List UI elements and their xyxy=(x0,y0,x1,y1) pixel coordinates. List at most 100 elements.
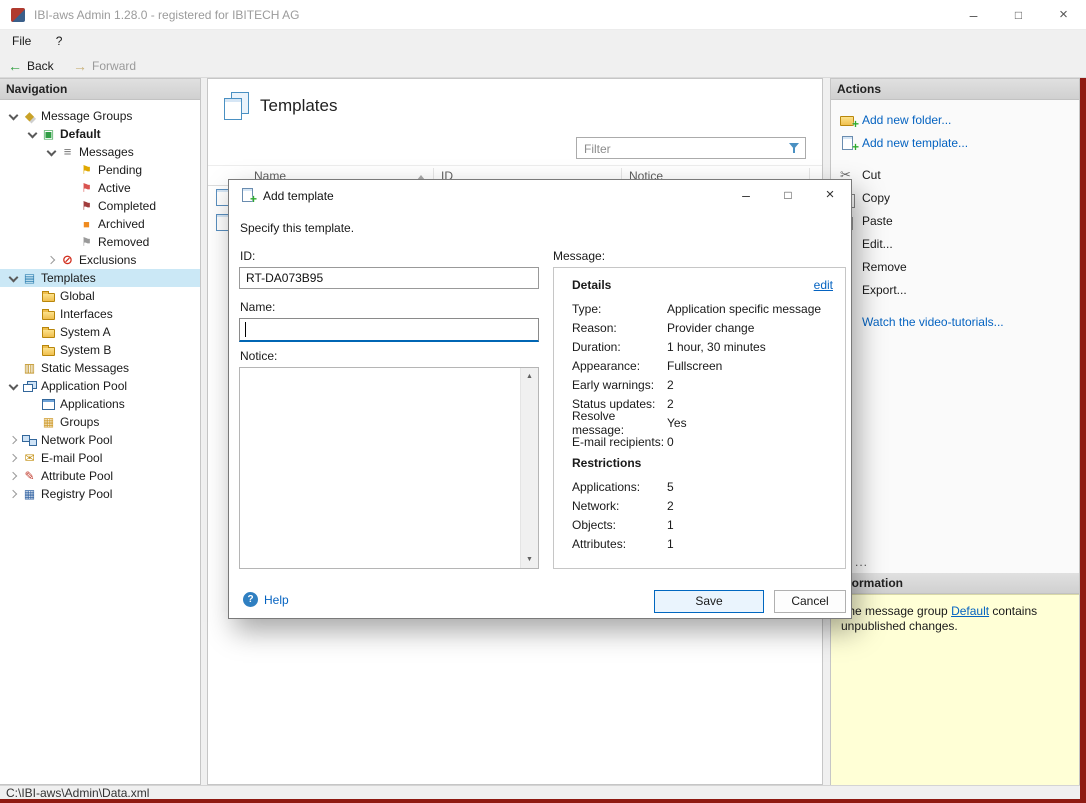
action-export[interactable]: Export... xyxy=(831,278,1079,301)
detail-label: Applications: xyxy=(572,479,641,494)
tree-item-label: Templates xyxy=(41,271,96,285)
detail-label: Network: xyxy=(572,498,620,513)
action-paste[interactable]: Paste xyxy=(831,209,1079,232)
forward-button[interactable]: → Forward xyxy=(65,54,144,77)
action-copy[interactable]: Copy xyxy=(831,186,1079,209)
filter-input[interactable] xyxy=(582,140,781,158)
menu-help[interactable]: ? xyxy=(47,30,72,52)
maximize-button[interactable] xyxy=(996,0,1041,30)
active-icon xyxy=(78,180,95,196)
dialog-close-button[interactable] xyxy=(809,180,851,210)
chevron-expanded-icon[interactable] xyxy=(6,109,21,124)
action-cut[interactable]: Cut xyxy=(831,163,1079,186)
tree-item-messages[interactable]: Messages xyxy=(0,143,200,161)
tree-item-groups[interactable]: Groups xyxy=(0,413,200,431)
tree-item-applications[interactable]: Applications xyxy=(0,395,200,413)
tree-item-network-pool[interactable]: Network Pool xyxy=(0,431,200,449)
detail-row: Attributes: 1 xyxy=(554,534,845,553)
tree-item-attribute-pool[interactable]: Attribute Pool xyxy=(0,467,200,485)
panel-overflow-dots[interactable]: ... xyxy=(855,555,868,569)
detail-label: E-mail recipients: xyxy=(572,434,665,449)
scrollbar[interactable] xyxy=(520,368,538,568)
action-edit[interactable]: Edit... xyxy=(831,232,1079,255)
add-folder-icon xyxy=(839,112,859,131)
chevron-expanded-icon[interactable] xyxy=(6,379,21,394)
tree-item-e-mail-pool[interactable]: E-mail Pool xyxy=(0,449,200,467)
tree-item-label: Global xyxy=(60,289,95,303)
tree-item-exclusions[interactable]: Exclusions xyxy=(0,251,200,269)
tree-item-static-messages[interactable]: Static Messages xyxy=(0,359,200,377)
groups-icon xyxy=(40,414,57,430)
menu-file[interactable]: File xyxy=(3,30,40,52)
tree-item-pending[interactable]: Pending xyxy=(0,161,200,179)
edit-link[interactable]: edit xyxy=(814,278,833,292)
chevron-collapsed-icon[interactable] xyxy=(6,487,21,502)
minimize-button[interactable] xyxy=(951,0,996,30)
registry-pool-icon xyxy=(21,486,38,502)
attribute-pool-icon xyxy=(21,468,38,484)
menu-bar: File ? xyxy=(0,30,1086,54)
tree-item-templates[interactable]: Templates xyxy=(0,269,200,287)
detail-value: Yes xyxy=(667,415,687,430)
chevron-collapsed-icon[interactable] xyxy=(6,433,21,448)
action-add-new-folder[interactable]: Add new folder... xyxy=(831,108,1079,131)
page-title: Templates xyxy=(260,96,338,115)
application-window: IBI-aws Admin 1.28.0 - registered for IB… xyxy=(0,0,1086,803)
tree-item-system-a[interactable]: System A xyxy=(0,323,200,341)
detail-row: Type: Application specific message xyxy=(554,299,845,318)
tree-item-label: Attribute Pool xyxy=(41,469,114,483)
detail-label: Early warnings: xyxy=(572,377,655,392)
tree-item-registry-pool[interactable]: Registry Pool xyxy=(0,485,200,503)
help-icon xyxy=(243,592,258,607)
templates-page-icon xyxy=(222,92,252,120)
detail-value: 1 hour, 30 minutes xyxy=(667,339,766,354)
name-label: Name: xyxy=(240,300,276,314)
tree-item-global[interactable]: Global xyxy=(0,287,200,305)
scroll-down-icon[interactable] xyxy=(521,551,538,568)
dialog-maximize-button[interactable] xyxy=(767,180,809,210)
help-link[interactable]: Help xyxy=(243,592,289,607)
chevron-expanded-icon[interactable] xyxy=(25,127,40,142)
detail-label: Reason: xyxy=(572,320,617,335)
chevron-expanded-icon[interactable] xyxy=(6,271,21,286)
action-watch-the-video-tutorials[interactable]: Watch the video-tutorials... xyxy=(831,310,1079,333)
tree-item-message-groups[interactable]: Message Groups xyxy=(0,107,200,125)
detail-value: Application specific message xyxy=(667,301,822,316)
tree-item-removed[interactable]: Removed xyxy=(0,233,200,251)
tree-item-application-pool[interactable]: Application Pool xyxy=(0,377,200,395)
cancel-button[interactable]: Cancel xyxy=(774,590,846,613)
tree-item-active[interactable]: Active xyxy=(0,179,200,197)
tree-item-label: Groups xyxy=(60,415,100,429)
back-button[interactable]: ← Back xyxy=(0,54,62,77)
tree-item-interfaces[interactable]: Interfaces xyxy=(0,305,200,323)
chevron-collapsed-icon[interactable] xyxy=(6,451,21,466)
detail-value: 1 xyxy=(667,536,674,551)
chevron-collapsed-icon[interactable] xyxy=(44,253,59,268)
action-remove[interactable]: Remove xyxy=(831,255,1079,278)
id-input[interactable] xyxy=(239,267,539,289)
name-input[interactable] xyxy=(239,318,539,342)
tree-item-default[interactable]: Default xyxy=(0,125,200,143)
tree-item-label: Completed xyxy=(98,199,157,213)
dialog-minimize-button[interactable] xyxy=(725,180,767,210)
close-button[interactable] xyxy=(1041,0,1086,30)
tree-item-system-b[interactable]: System B xyxy=(0,341,200,359)
action-add-new-template[interactable]: Add new template... xyxy=(831,131,1079,154)
notice-textarea[interactable] xyxy=(239,367,539,569)
save-button[interactable]: Save xyxy=(654,590,764,613)
tree-item-completed[interactable]: Completed xyxy=(0,197,200,215)
back-arrow-icon: ← xyxy=(8,57,22,74)
tree-item-label: Archived xyxy=(98,217,145,231)
default-group-link[interactable]: Default xyxy=(951,604,989,618)
tree-item-archived[interactable]: Archived xyxy=(0,215,200,233)
chevron-expanded-icon[interactable] xyxy=(44,145,59,160)
tree-item-label: Registry Pool xyxy=(41,487,113,501)
scroll-up-icon[interactable] xyxy=(521,368,538,385)
navigation-panel: Navigation Message Groups Default Messages… xyxy=(0,78,201,785)
detail-value: 2 xyxy=(667,396,674,411)
detail-label: Type: xyxy=(572,301,602,316)
chevron-collapsed-icon[interactable] xyxy=(6,469,21,484)
